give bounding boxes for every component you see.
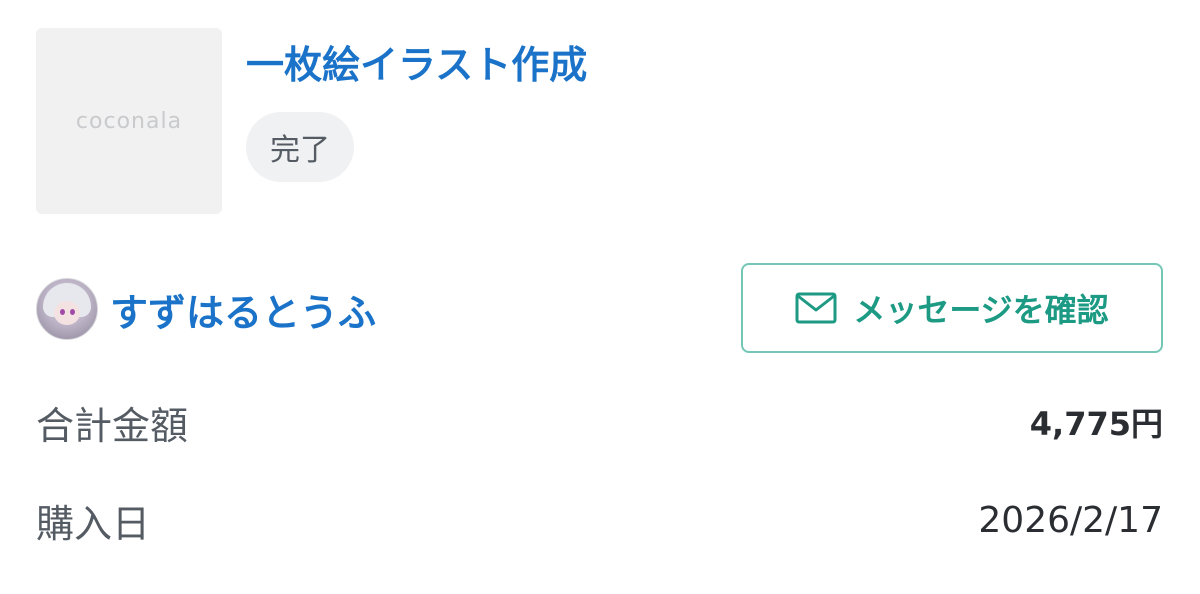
total-amount-value: 4,775円 bbox=[1029, 405, 1163, 443]
check-message-label: メッセージを確認 bbox=[853, 291, 1109, 329]
status-badge: 完了 bbox=[246, 112, 354, 182]
check-message-button[interactable]: メッセージを確認 bbox=[741, 263, 1163, 353]
avatar[interactable] bbox=[36, 278, 98, 340]
purchase-date-row: 購入日 2026/2/17 bbox=[36, 494, 1163, 546]
total-amount-row: 合計金額 4,775円 bbox=[36, 396, 1163, 448]
purchase-date-value: 2026/2/17 bbox=[978, 499, 1163, 541]
purchase-date-label: 購入日 bbox=[36, 501, 151, 546]
service-thumbnail[interactable]: coconala bbox=[36, 28, 222, 214]
seller-name-link[interactable]: すずはるとうふ bbox=[110, 282, 376, 337]
total-amount-label: 合計金額 bbox=[36, 403, 189, 448]
mail-icon bbox=[795, 292, 837, 324]
order-detail-page: coconala 一枚絵イラスト作成 完了 すずはるとうふ メッセージを確認 合… bbox=[0, 0, 1200, 594]
coconala-logo: coconala bbox=[75, 108, 183, 134]
service-title-link[interactable]: 一枚絵イラスト作成 bbox=[246, 34, 587, 89]
seller-info[interactable]: すずはるとうふ bbox=[36, 278, 376, 340]
